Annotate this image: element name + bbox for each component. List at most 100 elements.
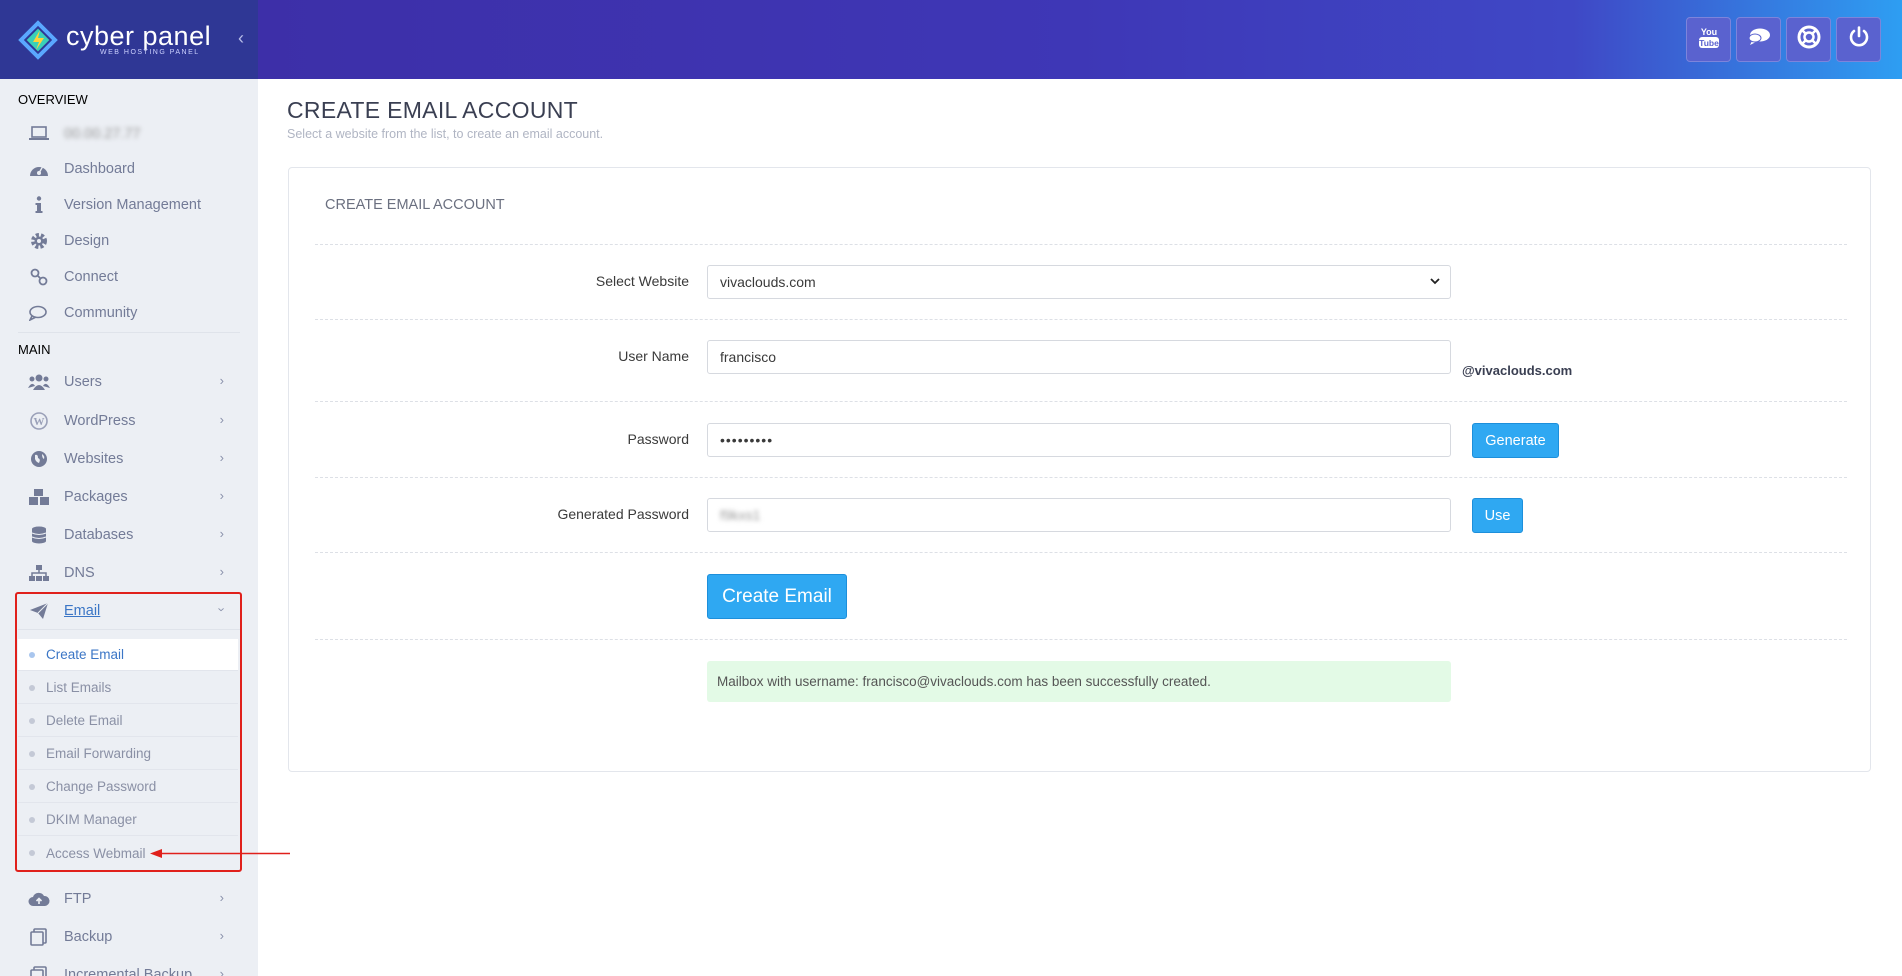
backup-icon xyxy=(28,926,50,948)
sitemap-icon xyxy=(28,562,50,584)
use-button[interactable]: Use xyxy=(1472,498,1523,533)
brand: cyber panel WEB HOSTING PANEL xyxy=(66,21,212,57)
password-label: Password xyxy=(627,431,689,447)
laptop-icon xyxy=(28,123,50,145)
sidebar-item-label: Databases xyxy=(64,527,134,543)
brand-name: cyber panel xyxy=(66,21,212,51)
users-icon xyxy=(28,371,50,393)
sidebar-item-label: FTP xyxy=(64,891,92,907)
chevron-right-icon: › xyxy=(219,488,224,503)
page-subtitle: Select a website from the list, to creat… xyxy=(287,127,604,141)
sidebar-item-design[interactable]: Design xyxy=(18,223,240,259)
sidebar-item-label: Packages xyxy=(64,489,128,505)
chevron-right-icon: › xyxy=(219,564,224,579)
sidebar-item-websites[interactable]: Websites › xyxy=(18,441,240,477)
website-select-value: vivaclouds.com xyxy=(720,274,816,290)
sidebar-item-community[interactable]: Community xyxy=(18,295,240,331)
collapse-sidebar-icon[interactable]: ‹ xyxy=(238,28,244,48)
svg-text:W: W xyxy=(34,416,45,428)
sidebar-item-backup[interactable]: Backup › xyxy=(18,919,240,955)
panel-title: CREATE EMAIL ACCOUNT xyxy=(325,197,505,213)
sidebar-item-connect[interactable]: Connect xyxy=(18,259,240,295)
chevron-right-icon: › xyxy=(219,450,224,465)
gear-icon xyxy=(28,230,50,252)
username-input-value: francisco xyxy=(720,349,777,365)
sidebar: cyber panel WEB HOSTING PANEL ‹ OVERVIEW… xyxy=(0,0,258,976)
sidebar-item-label: Backup xyxy=(64,929,113,945)
password-input[interactable]: ••••••••• xyxy=(707,423,1451,457)
top-bar: You Tube xyxy=(258,0,1902,79)
divider xyxy=(315,401,1847,402)
sidebar-item-label: Websites xyxy=(64,451,124,467)
logo-bar: cyber panel WEB HOSTING PANEL ‹ xyxy=(0,0,258,79)
sidebar-item-dashboard[interactable]: Dashboard xyxy=(18,151,240,187)
sidebar-item-databases[interactable]: Databases › xyxy=(18,517,240,553)
chat-button[interactable] xyxy=(1736,17,1781,62)
generated-password-value: f9kxs1 xyxy=(720,507,761,523)
wordpress-icon: W xyxy=(28,410,50,432)
chevron-down-icon xyxy=(1430,274,1440,288)
sidebar-item-users[interactable]: Users › xyxy=(18,364,240,400)
generate-button[interactable]: Generate xyxy=(1472,423,1559,458)
divider xyxy=(18,332,240,333)
sidebar-item-dns[interactable]: DNS › xyxy=(18,555,240,591)
sidebar-item-packages[interactable]: Packages › xyxy=(18,479,240,515)
divider xyxy=(315,639,1847,640)
youtube-icon: You Tube xyxy=(1698,25,1720,54)
domain-suffix: @vivaclouds.com xyxy=(1462,363,1573,378)
overview-section-title: OVERVIEW xyxy=(18,92,88,107)
email-menu-highlight xyxy=(15,592,242,872)
globe-icon xyxy=(28,448,50,470)
server-ip-item[interactable]: 00.00.27.77 xyxy=(18,116,240,152)
chevron-right-icon: › xyxy=(219,526,224,541)
sidebar-item-version-management[interactable]: Version Management xyxy=(18,187,240,223)
sidebar-item-label: DNS xyxy=(64,565,95,581)
power-icon xyxy=(1848,26,1870,53)
annotation-arrow xyxy=(150,849,290,858)
cyberpanel-logo-icon xyxy=(18,19,58,60)
username-input[interactable]: francisco xyxy=(707,340,1451,374)
main-section-title: MAIN xyxy=(18,342,51,357)
generated-password-input[interactable]: f9kxs1 xyxy=(707,498,1451,532)
page-title: CREATE EMAIL ACCOUNT xyxy=(287,97,578,123)
support-button[interactable] xyxy=(1786,17,1831,62)
generated-password-label: Generated Password xyxy=(557,506,689,522)
sidebar-item-incremental-backup[interactable]: Incremental Backup › xyxy=(18,957,240,976)
chat-icon xyxy=(28,302,50,324)
website-select[interactable]: vivaclouds.com xyxy=(707,265,1451,299)
support-icon xyxy=(1797,25,1821,54)
chevron-right-icon: › xyxy=(219,373,224,388)
server-ip: 00.00.27.77 xyxy=(64,126,141,142)
divider xyxy=(315,319,1847,320)
sidebar-item-label: Incremental Backup xyxy=(64,967,193,976)
page-header: CREATE EMAIL ACCOUNT Select a website fr… xyxy=(287,97,603,141)
sidebar-item-label: Community xyxy=(64,305,138,321)
divider xyxy=(315,552,1847,553)
youtube-button[interactable]: You Tube xyxy=(1686,17,1731,62)
power-button[interactable] xyxy=(1836,17,1881,62)
chevron-right-icon: › xyxy=(219,412,224,427)
link-icon xyxy=(28,266,50,288)
cloud-upload-icon xyxy=(28,888,50,910)
dashboard-icon xyxy=(28,158,50,180)
info-icon xyxy=(28,194,50,216)
sidebar-item-wordpress[interactable]: W WordPress › xyxy=(18,403,240,439)
divider xyxy=(315,477,1847,478)
sidebar-item-label: Connect xyxy=(64,269,119,285)
sidebar-item-ftp[interactable]: FTP › xyxy=(18,881,240,917)
chevron-right-icon: › xyxy=(219,966,224,976)
username-label: User Name xyxy=(618,348,689,364)
sidebar-item-label: Design xyxy=(64,233,110,249)
select-website-label: Select Website xyxy=(595,273,689,289)
sidebar-item-label: Dashboard xyxy=(64,161,135,177)
database-icon xyxy=(28,524,50,546)
divider xyxy=(315,244,1847,245)
create-email-button[interactable]: Create Email xyxy=(707,574,847,619)
chat-icon xyxy=(1747,27,1771,52)
success-message: Mailbox with username: francisco@vivaclo… xyxy=(717,674,1211,689)
backup-icon xyxy=(28,964,50,976)
brand-tagline: WEB HOSTING PANEL xyxy=(100,49,200,56)
sidebar-item-label: Users xyxy=(64,374,102,390)
sidebar-item-label: WordPress xyxy=(64,413,136,429)
chevron-right-icon: › xyxy=(219,928,224,943)
